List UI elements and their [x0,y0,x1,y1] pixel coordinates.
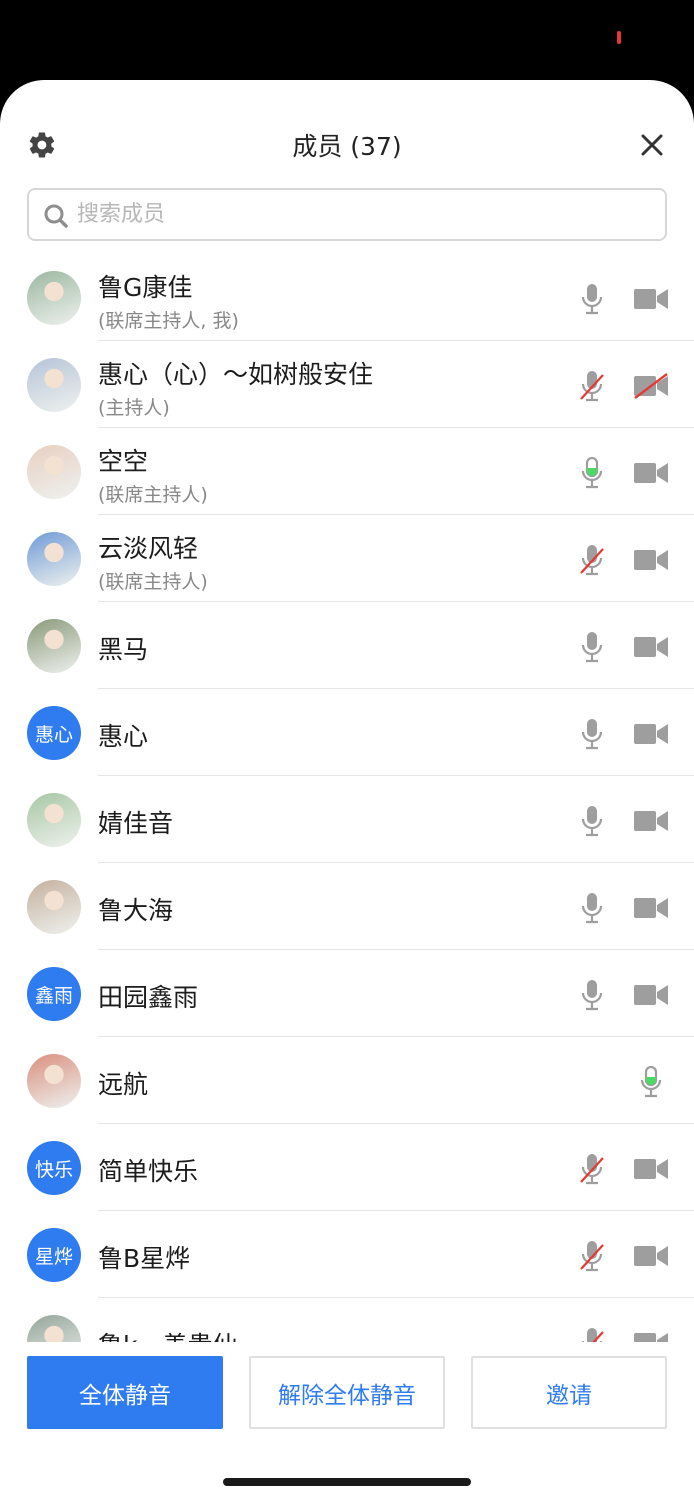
mic-icon[interactable] [578,456,606,492]
camera-icon[interactable] [633,982,669,1008]
search-box[interactable] [27,188,667,241]
mic-muted-icon[interactable] [578,369,606,405]
camera-icon[interactable] [633,721,669,747]
mic-muted-icon[interactable] [578,1152,606,1188]
invite-button[interactable]: 邀请 [471,1356,667,1429]
member-row[interactable]: 星烨 鲁B星烨 [0,1211,694,1298]
member-row[interactable]: 空空 (联席主持人) [0,428,694,515]
member-name: 黑马 [98,635,149,664]
mic-muted-icon[interactable] [578,543,606,579]
camera-icon[interactable] [633,460,669,486]
search-icon [44,204,68,228]
panel-title: 成员 (37) [292,132,402,161]
mic-muted-icon[interactable] [578,1326,606,1342]
member-name: 田园鑫雨 [98,983,199,1012]
member-row[interactable]: 惠心 惠心 [0,689,694,776]
member-avatar-photo [27,793,81,847]
member-avatar-photo [27,271,81,325]
recording-indicator [617,31,621,44]
member-avatar-photo [27,619,81,673]
member-name: 鲁大海 [98,896,174,925]
camera-icon[interactable] [633,808,669,834]
camera-off-icon[interactable] [633,373,669,399]
member-name: 惠心 [98,722,149,751]
member-avatar-initials: 星烨 [27,1228,81,1282]
status-bar [0,0,694,80]
camera-icon[interactable] [633,895,669,921]
member-name: 鲁B星烨 [98,1244,191,1273]
member-role: (联席主持人) [98,484,208,506]
member-avatar-photo [27,1054,81,1108]
search-input[interactable] [77,190,637,239]
member-avatar-photo [27,358,81,412]
mic-icon[interactable] [578,282,606,318]
member-name: 鲁G康佳 [98,273,193,302]
mic-icon[interactable] [578,978,606,1014]
member-name: 云淡风轻 [98,534,199,563]
member-role: (联席主持人) [98,571,208,593]
member-name: 婧佳音 [98,809,174,838]
home-indicator [223,1478,471,1486]
member-row[interactable]: 黑马 [0,602,694,689]
close-icon[interactable] [637,130,667,160]
camera-icon[interactable] [633,634,669,660]
mic-icon[interactable] [578,804,606,840]
mic-muted-icon[interactable] [578,1239,606,1275]
member-name: 鲁k一善贵仙 [98,1326,237,1342]
member-avatar-photo [27,1315,81,1342]
camera-icon[interactable] [633,286,669,312]
camera-icon[interactable] [633,1156,669,1182]
member-row[interactable]: 云淡风轻 (联席主持人) [0,515,694,602]
member-avatar-initials: 快乐 [27,1141,81,1195]
member-avatar-photo [27,445,81,499]
member-row[interactable]: 快乐 简单快乐 [0,1124,694,1211]
member-role: (联席主持人, 我) [98,310,239,332]
mic-icon[interactable] [578,891,606,927]
unmute-all-button[interactable]: 解除全体静音 [249,1356,445,1429]
mute-all-button[interactable]: 全体静音 [27,1356,223,1429]
member-name: 空空 [98,447,149,476]
mic-icon[interactable] [578,717,606,753]
member-avatar-photo [27,880,81,934]
member-row[interactable]: 惠心（心）～如树般安住 (主持人) [0,341,694,428]
mic-icon[interactable] [578,630,606,666]
member-role: (主持人) [98,397,170,419]
camera-icon[interactable] [633,547,669,573]
member-row[interactable]: 婧佳音 [0,776,694,863]
mic-icon[interactable] [637,1065,665,1101]
camera-icon[interactable] [633,1243,669,1269]
member-row[interactable]: 鲁k一善贵仙 [0,1298,694,1342]
member-avatar-photo [27,532,81,586]
camera-icon[interactable] [633,1330,669,1342]
member-list[interactable]: 鲁G康佳 (联席主持人, 我) 惠心（心）～如树般安住 (主持人) 空空 (联席主持人) 云… [0,254,694,1342]
member-name: 简单快乐 [98,1157,199,1186]
member-row[interactable]: 鑫雨 田园鑫雨 [0,950,694,1037]
member-avatar-initials: 鑫雨 [27,967,81,1021]
member-row[interactable]: 鲁大海 [0,863,694,950]
members-panel: 成员 (37) 鲁G康佳 (联席主持人, 我) 惠心（心）～如树般安住 (主持人) 空空… [0,80,694,1500]
member-name: 惠心（心）～如树般安住 [98,360,374,389]
member-avatar-initials: 惠心 [27,706,81,760]
member-name: 远航 [98,1070,149,1099]
member-row[interactable]: 远航 [0,1037,694,1124]
member-row[interactable]: 鲁G康佳 (联席主持人, 我) [0,254,694,341]
action-bar: 全体静音 解除全体静音 邀请 [0,1342,694,1500]
